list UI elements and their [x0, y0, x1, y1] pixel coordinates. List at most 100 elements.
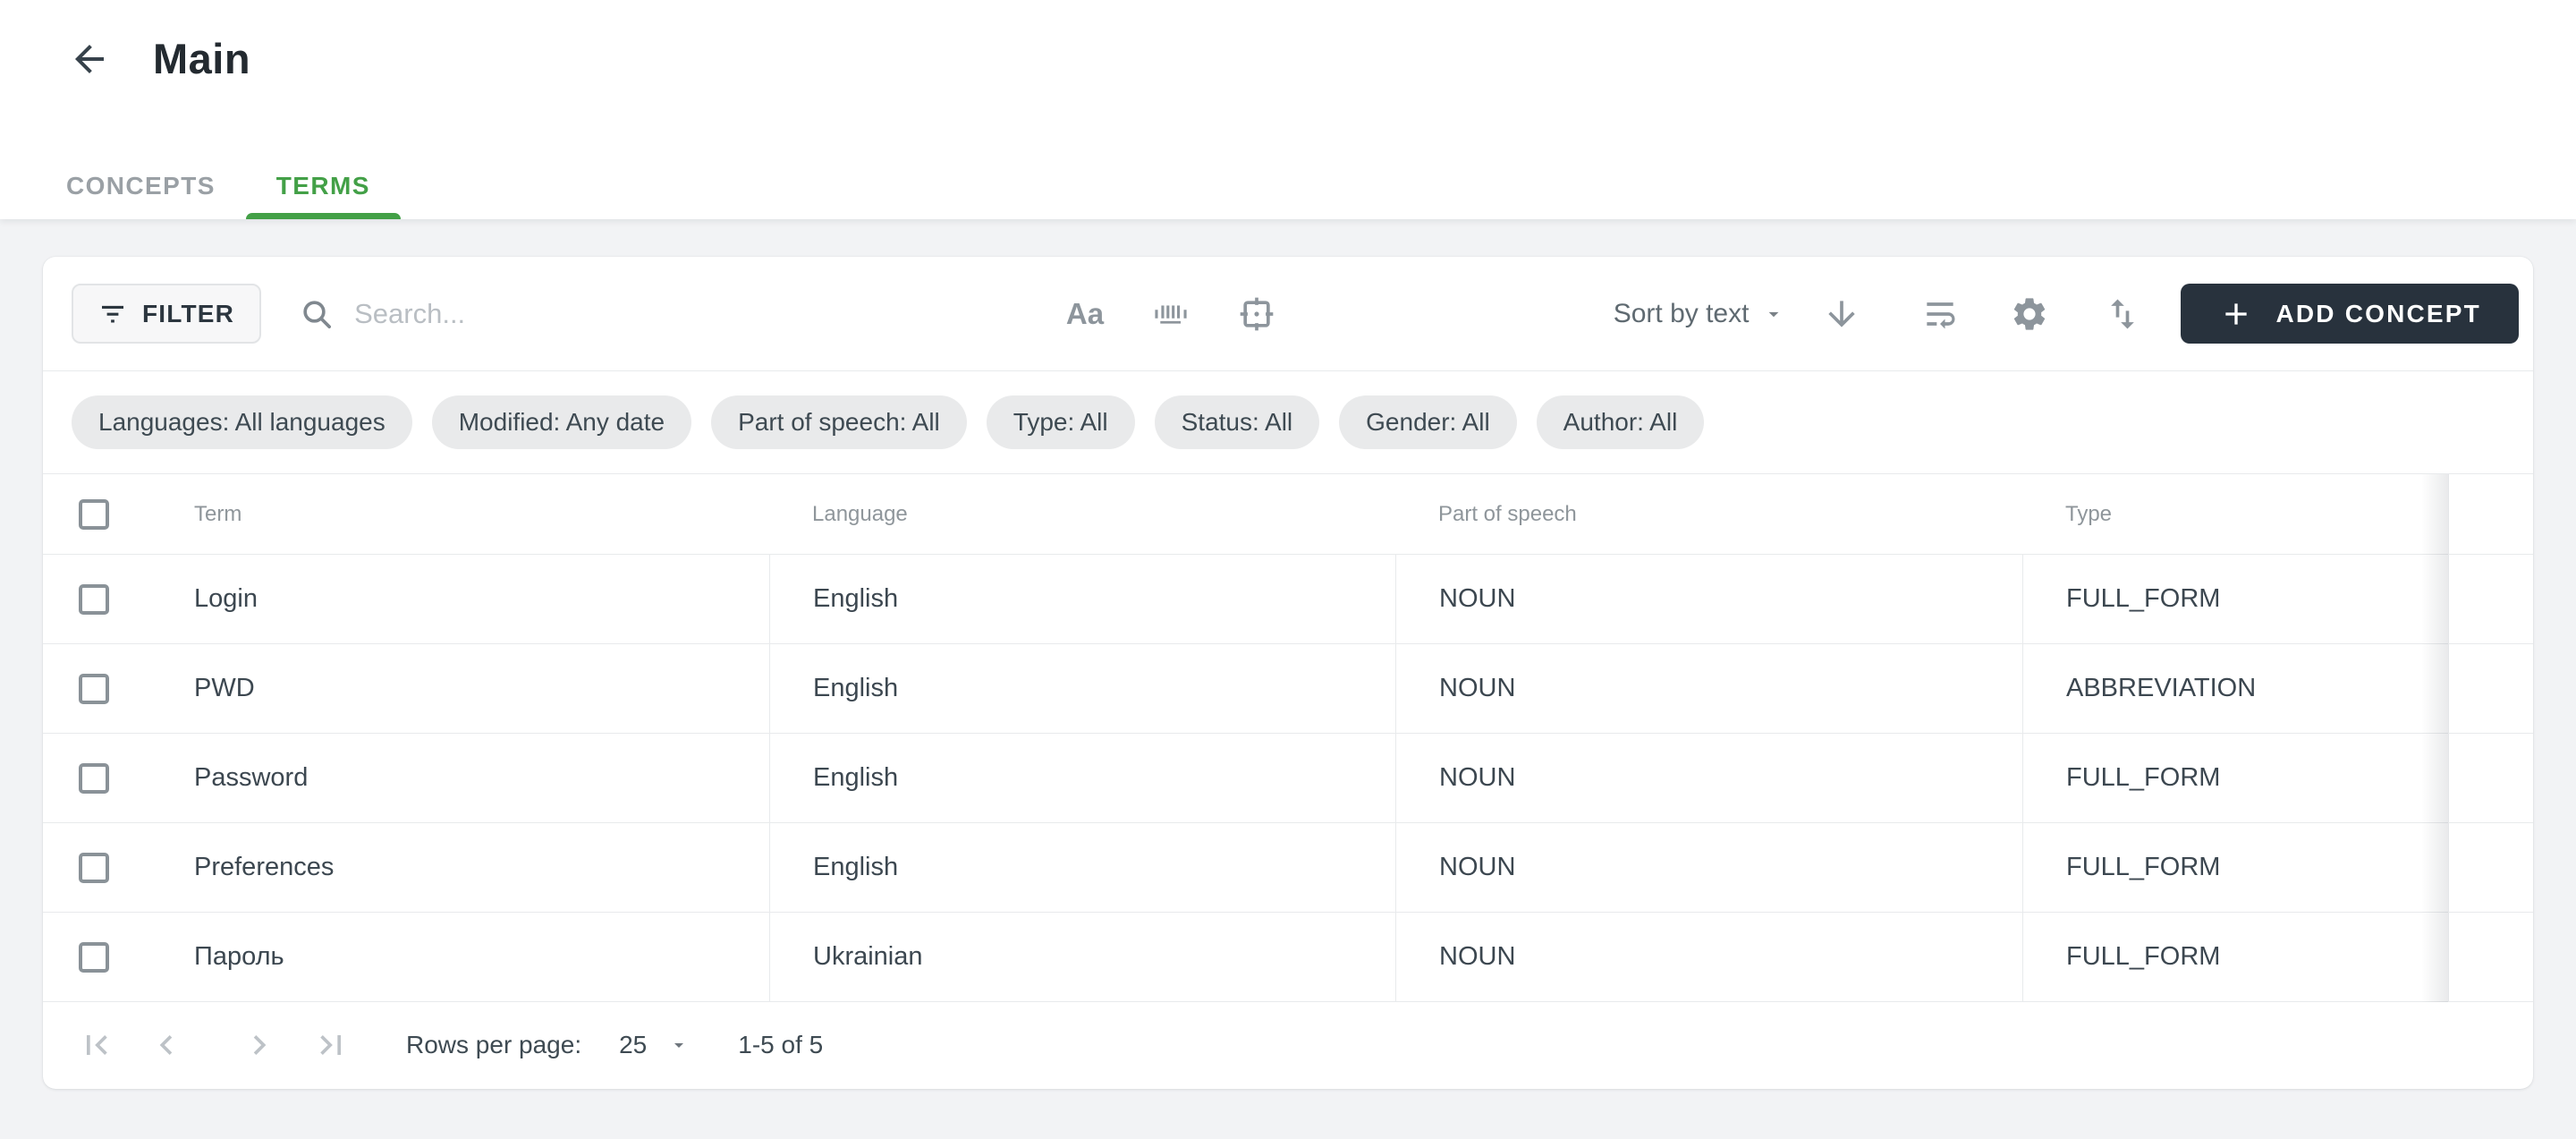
column-label-term: Term [194, 502, 242, 527]
select-all-checkbox[interactable] [79, 499, 109, 530]
table-row[interactable]: Пароль Ukrainian NOUN FULL_FORM [43, 913, 2533, 1002]
filter-chip-label: Part of speech: All [738, 408, 940, 437]
sort-direction-button[interactable] [1818, 290, 1866, 338]
row-checkbox[interactable] [79, 763, 109, 794]
tab-concepts[interactable]: CONCEPTS [36, 153, 246, 219]
last-page-button[interactable] [309, 1024, 352, 1067]
table-row[interactable]: Password English NOUN FULL_FORM [43, 734, 2533, 823]
pinned-cell [2448, 644, 2533, 733]
pinned-cell [2448, 734, 2533, 822]
filter-chips-row: Languages: All languages Modified: Any d… [43, 371, 2533, 474]
filter-button[interactable]: FILTER [72, 284, 261, 344]
column-label-part-of-speech: Part of speech [1438, 502, 1577, 527]
header-cell-term: Term [43, 474, 769, 554]
page: Main CONCEPTS TERMS FILTER [0, 0, 2576, 1139]
term-text: Preferences [194, 853, 334, 882]
chevron-right-icon [240, 1025, 279, 1065]
filter-chip[interactable]: Author: All [1537, 395, 1705, 449]
terms-table: Term Language Part of speech Type Login … [43, 474, 2533, 1002]
row-checkbox[interactable] [79, 674, 109, 704]
pagination-bar: Rows per page: 25 1-5 of 5 [43, 1002, 2533, 1088]
sort-by-select[interactable]: Sort by text [1614, 299, 1786, 329]
row-checkbox[interactable] [79, 942, 109, 973]
column-label-type: Type [2065, 502, 2112, 527]
term-cell: PWD [43, 644, 769, 733]
arrows-up-down-icon [2103, 294, 2142, 334]
search-box [299, 296, 871, 332]
filter-chip[interactable]: Status: All [1155, 395, 1320, 449]
filter-chip-label: Status: All [1182, 408, 1293, 437]
tab-concepts-label: CONCEPTS [66, 172, 216, 200]
language-cell: English [769, 734, 1395, 822]
table-row[interactable]: Preferences English NOUN FULL_FORM [43, 823, 2533, 913]
part-of-speech-cell: NOUN [1395, 913, 2022, 1001]
caret-down-icon [1762, 302, 1785, 326]
plus-icon [2218, 296, 2254, 332]
wrap-text-icon [1920, 294, 1960, 334]
filter-chip[interactable]: Type: All [987, 395, 1135, 449]
term-text: Password [194, 763, 308, 793]
settings-button[interactable] [2005, 290, 2054, 338]
first-page-icon [77, 1025, 116, 1065]
match-case-icon: Aa [1066, 297, 1104, 331]
caret-down-icon [668, 1034, 690, 1056]
page-title: Main [153, 34, 250, 83]
next-page-button[interactable] [238, 1024, 281, 1067]
sort-by-label: Sort by text [1614, 299, 1750, 329]
filter-chip[interactable]: Languages: All languages [72, 395, 412, 449]
match-case-button[interactable]: Aa [1061, 290, 1109, 338]
search-icon [299, 296, 335, 332]
table-row[interactable]: Login English NOUN FULL_FORM [43, 555, 2533, 644]
term-text: Login [194, 584, 258, 614]
type-cell: FULL_FORM [2022, 555, 2448, 643]
filter-chip-label: Modified: Any date [459, 408, 665, 437]
first-page-button[interactable] [75, 1024, 118, 1067]
term-cell: Login [43, 555, 769, 643]
part-of-speech-cell: NOUN [1395, 644, 2022, 733]
term-text: Пароль [194, 942, 284, 972]
language-cell: Ukrainian [769, 913, 1395, 1001]
arrow-left-icon [68, 38, 111, 81]
filter-icon [98, 300, 127, 328]
row-checkbox[interactable] [79, 584, 109, 615]
rows-per-page-select[interactable]: 25 [619, 1031, 690, 1059]
filter-chip[interactable]: Part of speech: All [711, 395, 967, 449]
toolbar-right-actions: Sort by text ADD CONCEPT [1614, 284, 2519, 344]
wrap-text-button[interactable] [1916, 290, 1964, 338]
chevron-left-icon [147, 1025, 186, 1065]
table-body: Login English NOUN FULL_FORM PWD English… [43, 555, 2533, 1002]
pinned-cell [2448, 555, 2533, 643]
active-tab-indicator [246, 213, 401, 219]
table-row[interactable]: PWD English NOUN ABBREVIATION [43, 644, 2533, 734]
filter-button-label: FILTER [142, 300, 234, 328]
header-cell-type: Type [2022, 474, 2448, 554]
search-option-icons: Aa [1061, 290, 1281, 338]
focus-frame-button[interactable] [1233, 290, 1281, 338]
toolbar: FILTER Aa Sort by text [43, 257, 2533, 371]
search-input[interactable] [354, 298, 871, 330]
barcode-button[interactable] [1147, 290, 1195, 338]
header-cell-language: Language [769, 474, 1395, 554]
row-checkbox[interactable] [79, 853, 109, 883]
previous-page-button[interactable] [145, 1024, 188, 1067]
page-header: Main CONCEPTS TERMS [0, 0, 2576, 219]
term-cell: Password [43, 734, 769, 822]
header-cell-pinned [2448, 474, 2533, 554]
tab-bar: CONCEPTS TERMS [36, 153, 401, 219]
filter-chip[interactable]: Gender: All [1339, 395, 1517, 449]
back-button[interactable] [67, 37, 112, 81]
rows-per-page-label: Rows per page: [406, 1031, 581, 1059]
language-cell: English [769, 555, 1395, 643]
part-of-speech-cell: NOUN [1395, 555, 2022, 643]
filter-chip[interactable]: Modified: Any date [432, 395, 691, 449]
add-concept-button[interactable]: ADD CONCEPT [2181, 284, 2519, 344]
pinned-cell [2448, 913, 2533, 1001]
language-cell: English [769, 823, 1395, 912]
import-export-button[interactable] [2098, 290, 2147, 338]
term-text: PWD [194, 674, 255, 703]
part-of-speech-cell: NOUN [1395, 734, 2022, 822]
last-page-icon [311, 1025, 351, 1065]
tab-terms[interactable]: TERMS [246, 153, 401, 219]
table-header-row: Term Language Part of speech Type [43, 474, 2533, 555]
barcode-icon [1151, 294, 1191, 334]
